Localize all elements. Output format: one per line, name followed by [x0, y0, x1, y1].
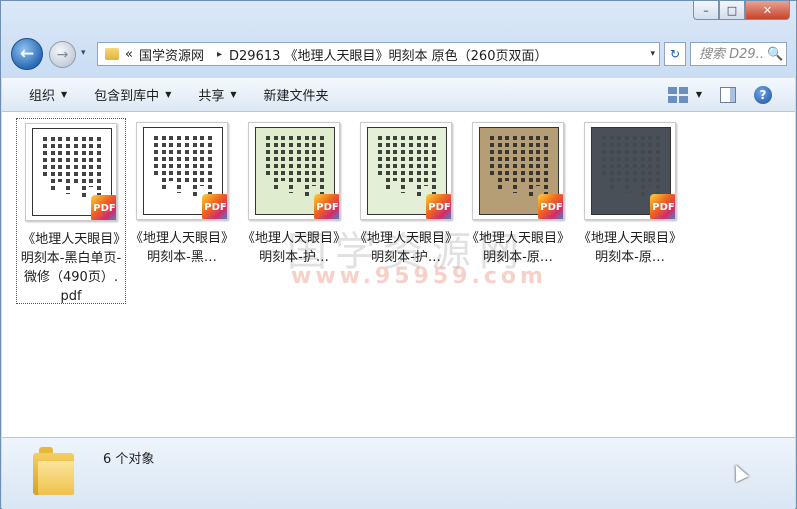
- navigation-bar: ← → ▾ « 国学资源网 ▸ D29613 《地理人天眼目》明刻本 原色（26…: [11, 38, 787, 70]
- explorer-window: – □ ✕ ← → ▾ « 国学资源网 ▸ D29613 《地理人天眼目》明刻本…: [0, 0, 797, 509]
- maximize-button[interactable]: □: [719, 1, 745, 20]
- file-item[interactable]: PDF 《地理人天眼目》明刻本-黑白单页-微修（490页）.pdf: [16, 118, 126, 304]
- toolbar-right-group: ▼ ?: [667, 78, 795, 111]
- file-list-pane[interactable]: 国学资源网 www.95959.com PDF 《地理人天眼目》明刻本-黑白单页-…: [2, 112, 795, 437]
- share-label: 共享: [198, 89, 225, 104]
- organize-label: 组织: [29, 89, 56, 104]
- breadcrumb-separator-icon[interactable]: ▸: [217, 49, 222, 60]
- search-input[interactable]: [699, 46, 765, 62]
- chevron-down-icon: ▼: [165, 90, 172, 99]
- include-in-library-label: 包含到库中: [94, 89, 160, 104]
- pdf-icon: PDF: [650, 194, 675, 219]
- command-bar: 组织 ▼ 包含到库中 ▼ 共享 ▼ 新建文件夹 ▼ ?: [2, 78, 795, 112]
- folder-icon: [105, 48, 119, 60]
- breadcrumb-item-root[interactable]: 国学资源网: [139, 45, 204, 64]
- forward-button[interactable]: →: [49, 41, 76, 68]
- address-bar[interactable]: « 国学资源网 ▸ D29613 《地理人天眼目》明刻本 原色（260页双面） …: [97, 42, 660, 66]
- details-pane: 6 个对象: [2, 437, 795, 509]
- file-name: 《地理人天眼目》明刻本-原…: [578, 231, 683, 265]
- file-item[interactable]: PDF 《地理人天眼目》明刻本-护…: [239, 118, 349, 267]
- more-views-dropdown[interactable]: ▼: [696, 90, 702, 99]
- chevron-down-icon: ▼: [61, 90, 68, 99]
- file-thumbnail: PDF: [248, 122, 340, 220]
- file-name: 《地理人天眼目》明刻本-护…: [242, 231, 347, 265]
- close-button[interactable]: ✕: [745, 1, 790, 20]
- chevron-down-icon: ▼: [230, 90, 237, 99]
- pdf-icon: PDF: [538, 194, 563, 219]
- share-menu[interactable]: 共享 ▼: [198, 85, 236, 104]
- refresh-button[interactable]: ↻: [664, 42, 686, 66]
- file-name: 《地理人天眼目》明刻本-黑…: [130, 231, 235, 265]
- arrow-right-icon: →: [56, 46, 69, 63]
- address-dropdown-icon[interactable]: ▾: [650, 49, 655, 59]
- pdf-icon: PDF: [202, 194, 227, 219]
- include-in-library-menu[interactable]: 包含到库中 ▼: [94, 85, 171, 104]
- preview-pane-icon[interactable]: [720, 86, 736, 103]
- mouse-cursor-icon: [729, 461, 749, 483]
- new-folder-button[interactable]: 新建文件夹: [264, 85, 329, 104]
- arrow-left-icon: ←: [19, 44, 35, 64]
- folder-icon: [33, 447, 74, 495]
- pdf-icon: PDF: [426, 194, 451, 219]
- item-count: 6 个对象: [103, 452, 155, 467]
- back-button[interactable]: ←: [11, 38, 43, 70]
- file-name: 《地理人天眼目》明刻本-原…: [466, 231, 571, 265]
- file-thumbnail: PDF: [360, 122, 452, 220]
- file-thumbnail: PDF: [25, 123, 117, 221]
- watermark-url: www.95959.com: [291, 264, 547, 289]
- file-thumbnail: PDF: [472, 122, 564, 220]
- file-item[interactable]: PDF 《地理人天眼目》明刻本-黑…: [127, 118, 237, 267]
- search-icon[interactable]: 🔍: [767, 47, 783, 62]
- file-name: 《地理人天眼目》明刻本-黑白单页-微修（490页）.pdf: [20, 232, 122, 304]
- caption-buttons: – □ ✕: [693, 1, 790, 20]
- organize-menu[interactable]: 组织 ▼: [29, 85, 67, 104]
- breadcrumb-item-current[interactable]: D29613 《地理人天眼目》明刻本 原色（260页双面）: [229, 45, 547, 64]
- file-thumbnail: PDF: [136, 122, 228, 220]
- refresh-icon: ↻: [669, 47, 681, 61]
- file-thumbnail: PDF: [584, 122, 676, 220]
- breadcrumb-overflow[interactable]: «: [125, 47, 133, 62]
- recent-pages-dropdown[interactable]: ▾: [81, 48, 86, 58]
- file-item[interactable]: PDF 《地理人天眼目》明刻本-原…: [463, 118, 573, 267]
- file-name: 《地理人天眼目》明刻本-护…: [354, 231, 459, 265]
- new-folder-label: 新建文件夹: [263, 89, 329, 104]
- file-item[interactable]: PDF 《地理人天眼目》明刻本-护…: [351, 118, 461, 267]
- minimize-button[interactable]: –: [693, 1, 719, 20]
- search-box: 🔍: [690, 42, 787, 66]
- change-view-icon[interactable]: [667, 86, 688, 103]
- file-item[interactable]: PDF 《地理人天眼目》明刻本-原…: [575, 118, 685, 267]
- help-icon[interactable]: ?: [754, 85, 772, 104]
- pdf-icon: PDF: [314, 194, 339, 219]
- pdf-icon: PDF: [91, 195, 116, 220]
